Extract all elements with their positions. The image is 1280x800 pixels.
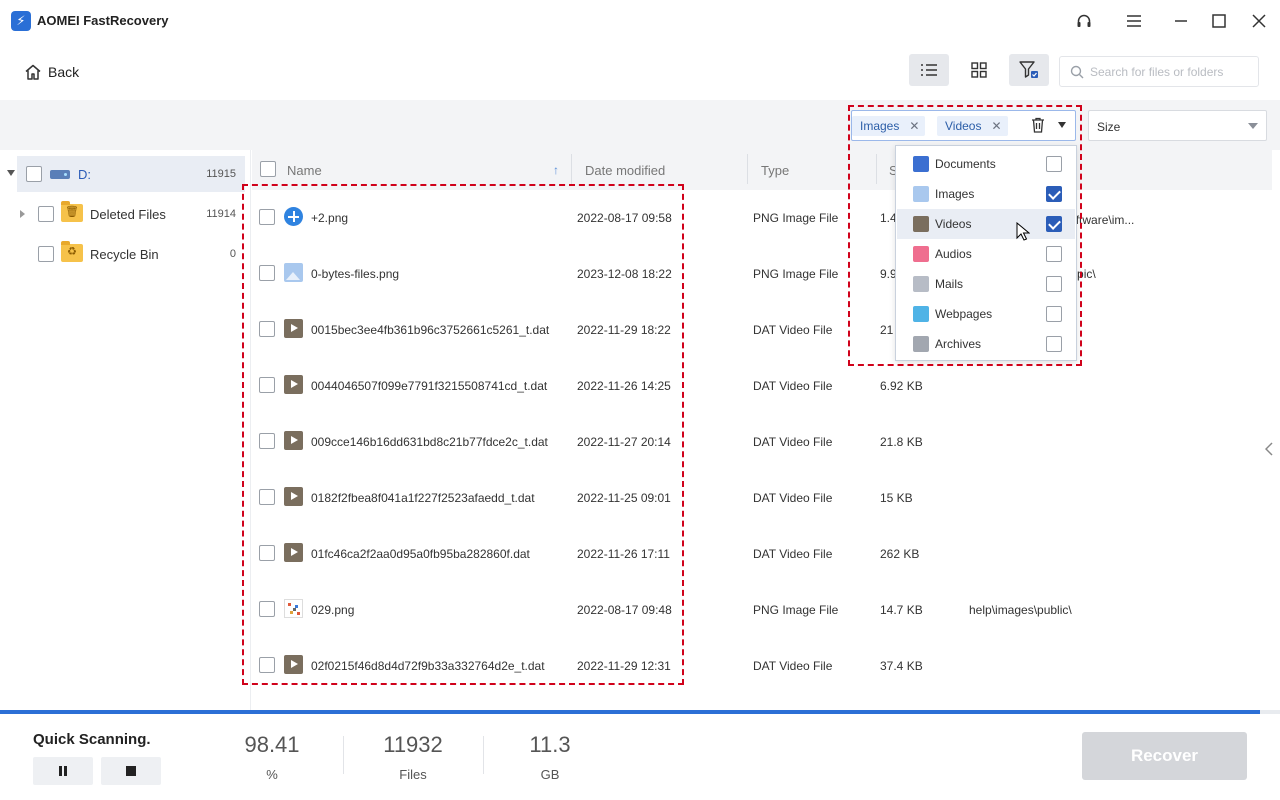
pause-icon <box>59 766 67 776</box>
highlight-box-file-list <box>242 184 684 685</box>
size-select-label: Size <box>1097 120 1121 134</box>
stat-value: 11.3 <box>529 732 571 757</box>
size-filter-select[interactable]: Size <box>1088 110 1267 141</box>
filter-button[interactable] <box>1009 54 1049 86</box>
tree-checkbox[interactable] <box>26 166 42 182</box>
scan-status-title: Quick Scanning. <box>33 731 151 748</box>
stop-button[interactable] <box>101 757 161 785</box>
stop-icon <box>126 766 136 776</box>
collapse-panel-icon[interactable] <box>1265 442 1273 456</box>
stat-files: 11932 Files <box>353 732 473 782</box>
file-type: DAT Video File <box>753 547 833 561</box>
tree-item-label: Recycle Bin <box>90 247 159 262</box>
app-logo-icon: ⚡ <box>11 11 31 31</box>
menu-icon[interactable] <box>1121 8 1147 34</box>
file-type: PNG Image File <box>753 603 839 617</box>
tree-item-count: 11915 <box>206 168 236 180</box>
search-input[interactable] <box>1090 63 1250 81</box>
pause-button[interactable] <box>33 757 93 785</box>
toolbar: Back <box>0 42 1280 100</box>
stat-value: 98.41 <box>244 732 300 757</box>
tree-checkbox[interactable] <box>38 206 54 222</box>
expand-caret-icon[interactable] <box>20 210 25 218</box>
maximize-icon[interactable] <box>1206 8 1232 34</box>
select-all-checkbox[interactable] <box>260 161 276 177</box>
mouse-cursor-icon <box>1016 222 1030 241</box>
scan-progress-fill <box>0 710 1260 714</box>
tree-item-label: Deleted Files <box>90 207 166 222</box>
stat-unit: % <box>266 767 278 782</box>
app-title: AOMEI FastRecovery <box>37 13 169 28</box>
file-size: 21.8 KB <box>880 435 923 449</box>
file-size: 37.4 KB <box>880 659 923 673</box>
grid-view-button[interactable] <box>959 54 999 86</box>
folder-tree: D: 11915 🗑 Deleted Files 11914 ♻ Recycle… <box>0 150 251 710</box>
stat-unit: Files <box>399 767 427 782</box>
list-view-icon <box>921 64 937 76</box>
scan-progress-bar <box>0 710 1280 714</box>
file-size: 15 KB <box>880 491 913 505</box>
home-icon <box>25 64 41 80</box>
stat-size: 11.3 GB <box>490 732 610 782</box>
file-size: 14.7 KB <box>880 603 923 617</box>
column-header-name[interactable]: Name <box>287 163 322 178</box>
stat-divider <box>483 736 484 774</box>
search-box <box>1059 56 1259 87</box>
search-icon <box>1070 65 1084 79</box>
file-type: DAT Video File <box>753 435 833 449</box>
stat-divider <box>343 736 344 774</box>
column-header-date[interactable]: Date modified <box>585 163 665 178</box>
file-type: DAT Video File <box>753 323 833 337</box>
tree-item-label: D: <box>78 167 91 182</box>
tree-item-count: 0 <box>229 248 236 260</box>
recover-button[interactable]: Recover <box>1082 732 1247 780</box>
file-size: 262 KB <box>880 547 920 561</box>
deleted-folder-icon: 🗑 <box>61 201 83 222</box>
sort-ascending-icon[interactable]: ↑ <box>553 163 559 177</box>
column-divider[interactable] <box>747 154 748 184</box>
file-type: DAT Video File <box>753 379 833 393</box>
chevron-down-icon <box>1248 123 1258 129</box>
close-icon[interactable] <box>1246 8 1272 34</box>
recycle-folder-icon: ♻ <box>61 241 83 262</box>
stat-unit: GB <box>540 767 560 782</box>
tree-item-count: 11914 <box>206 208 236 220</box>
expand-caret-icon[interactable] <box>7 170 15 176</box>
file-size: 6.92 KB <box>880 379 923 393</box>
drive-icon <box>50 170 70 179</box>
column-header-type[interactable]: Type <box>761 163 789 178</box>
file-type: DAT Video File <box>753 659 833 673</box>
minimize-icon[interactable] <box>1168 8 1194 34</box>
file-type: PNG Image File <box>753 211 839 225</box>
file-type: PNG Image File <box>753 267 839 281</box>
filter-icon <box>1019 61 1038 78</box>
stat-value: 11932 <box>383 732 443 757</box>
tree-checkbox[interactable] <box>38 246 54 262</box>
file-type: DAT Video File <box>753 491 833 505</box>
scan-status-bar: Quick Scanning. 98.41 % 11932 Files 11.3… <box>0 710 1280 800</box>
highlight-box-type-filter <box>848 105 1082 366</box>
title-bar: ⚡ AOMEI FastRecovery <box>0 0 1280 42</box>
back-label: Back <box>48 64 80 80</box>
grid-view-icon <box>971 62 987 78</box>
back-button[interactable]: Back <box>24 60 79 84</box>
file-path: help\images\public\ <box>969 603 1072 617</box>
list-view-button[interactable] <box>909 54 949 86</box>
stat-percent: 98.41 % <box>212 732 332 782</box>
support-headset-icon[interactable] <box>1071 8 1097 34</box>
column-divider[interactable] <box>571 154 572 184</box>
